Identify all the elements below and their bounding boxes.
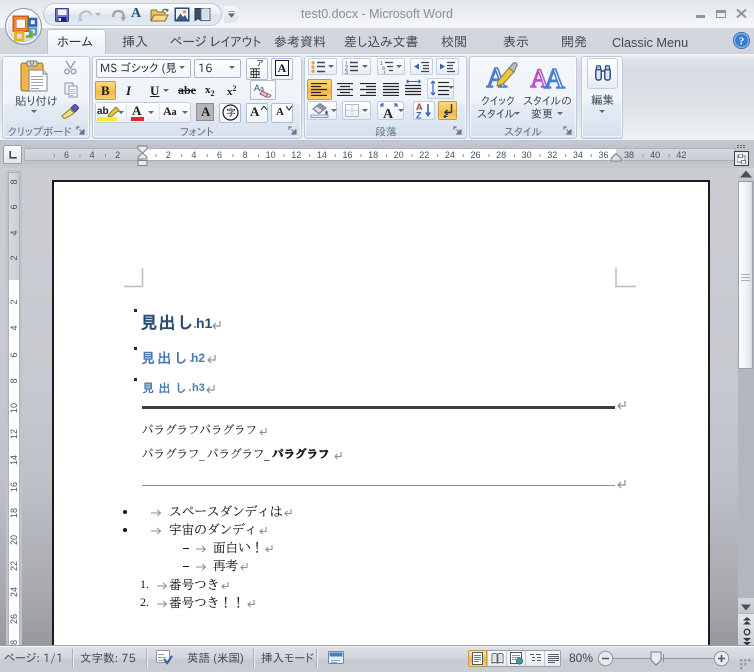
svg-text:Z: Z [416, 111, 422, 120]
svg-text:A: A [544, 63, 565, 90]
svg-text:?: ? [739, 36, 745, 48]
svg-text:ab: ab [97, 106, 109, 117]
svg-text:3: 3 [345, 70, 348, 74]
svg-text:A: A [383, 107, 394, 119]
svg-text:i: i [384, 70, 385, 74]
